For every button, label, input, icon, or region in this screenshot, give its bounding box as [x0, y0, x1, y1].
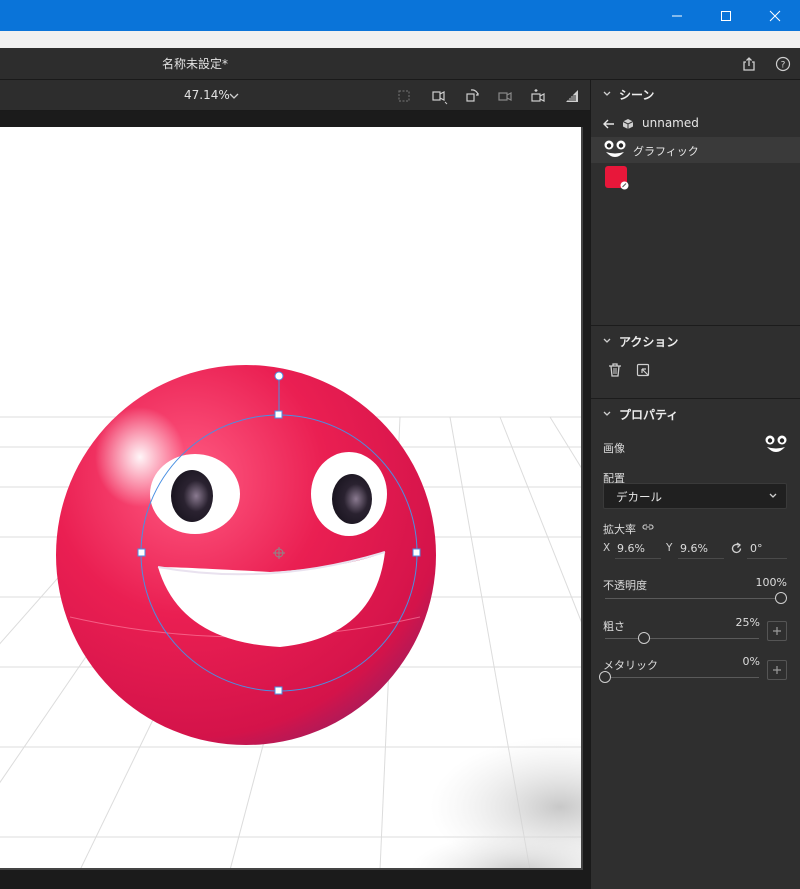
left-pupil — [171, 470, 213, 522]
rotation-field-underline — [747, 558, 787, 559]
properties-section-header[interactable]: プロパティ — [591, 401, 800, 427]
x-value[interactable]: 9.6% — [617, 542, 645, 555]
scene-child-name: グラフィック — [633, 145, 699, 158]
roughness-add-button[interactable] — [767, 621, 787, 641]
minimize-button[interactable] — [654, 0, 700, 31]
close-button[interactable] — [752, 0, 798, 31]
shadow-blob — [410, 832, 581, 868]
share-icon — [743, 57, 755, 71]
scene-root-row[interactable]: unnamed — [591, 112, 800, 136]
minimize-icon — [672, 15, 682, 16]
dolly-camera-icon — [531, 89, 545, 102]
chevron-down-icon — [603, 91, 611, 96]
rotate-icon — [731, 542, 742, 554]
help-button[interactable]: ? — [773, 54, 793, 74]
metallic-add-button[interactable] — [767, 660, 787, 680]
scene-section-header[interactable]: シーン — [591, 81, 800, 107]
link-icon[interactable] — [642, 522, 654, 532]
pan-camera-icon — [498, 92, 512, 101]
material-swatch[interactable] — [605, 166, 629, 190]
camera-fit-button[interactable] — [429, 86, 449, 106]
menu-strip — [0, 31, 800, 48]
maximize-icon — [721, 10, 731, 21]
properties-title: プロパティ — [619, 407, 679, 422]
y-field-underline — [678, 558, 724, 559]
properties-panel: シーン unnamed グラフィック アクション プロパティ 画像 配置 デカー… — [590, 80, 800, 889]
roughness-label: 粗さ — [603, 620, 625, 633]
scene-root-name: unnamed — [642, 116, 699, 130]
roughness-slider-knob[interactable] — [637, 632, 650, 644]
pan-tool-button[interactable] — [495, 86, 515, 106]
plus-icon — [773, 627, 781, 635]
resize-handle[interactable] — [137, 548, 146, 557]
scale-label: 拡大率 — [603, 523, 636, 536]
placement-dropdown[interactable]: デカール — [603, 483, 787, 509]
chevron-down-icon — [769, 493, 777, 498]
orbit-icon — [466, 89, 479, 102]
chevron-down-icon — [603, 411, 611, 416]
material-badge-icon — [620, 181, 629, 190]
close-icon — [769, 10, 781, 21]
image-thumbnail[interactable] — [764, 433, 788, 457]
metallic-slider-knob[interactable] — [599, 671, 611, 683]
trash-icon[interactable] — [607, 362, 623, 378]
render-quality-button[interactable] — [562, 86, 582, 106]
divider — [591, 398, 800, 399]
metallic-slider-track[interactable] — [605, 677, 759, 678]
resize-handle[interactable] — [274, 410, 283, 419]
smiley-graphic-icon — [604, 140, 626, 157]
viewport-toolbar: 47.14% — [0, 80, 590, 111]
zoom-level[interactable]: 47.14% — [184, 80, 230, 111]
app-title-bar: 名称未設定* ? — [0, 48, 800, 80]
cube-icon — [622, 119, 634, 129]
actions-title: アクション — [619, 334, 679, 349]
window-title-bar — [0, 0, 800, 31]
x-field-underline — [615, 558, 661, 559]
opacity-slider-knob[interactable] — [775, 592, 787, 604]
opacity-label: 不透明度 — [603, 579, 647, 592]
rotation-value[interactable]: 0° — [750, 542, 763, 555]
orbit-tool-button[interactable] — [462, 86, 482, 106]
render-canvas[interactable] — [0, 127, 583, 870]
maximize-button[interactable] — [703, 0, 749, 31]
chevron-down-icon[interactable] — [227, 89, 241, 103]
x-label: X — [603, 542, 611, 554]
back-arrow-icon[interactable] — [602, 117, 616, 131]
placement-value: デカール — [616, 490, 662, 504]
camera-fit-icon — [432, 91, 448, 105]
divider — [591, 325, 800, 326]
replace-graphic-icon[interactable] — [636, 363, 650, 377]
y-label: Y — [666, 542, 673, 554]
rotate-handle[interactable] — [274, 371, 284, 381]
opacity-slider-track[interactable] — [605, 598, 781, 599]
render-quality-icon — [566, 90, 578, 102]
scene-render — [0, 365, 581, 868]
resize-handle[interactable] — [412, 548, 421, 557]
right-pupil — [332, 474, 372, 524]
roughness-slider-track[interactable] — [605, 638, 759, 639]
viewport — [0, 111, 590, 889]
actions-section-header[interactable]: アクション — [591, 328, 800, 354]
scene-title: シーン — [619, 87, 655, 102]
plus-icon — [773, 666, 781, 674]
frame-tool-button[interactable] — [394, 86, 414, 106]
metallic-value: 0% — [742, 655, 760, 668]
resize-handle[interactable] — [274, 686, 283, 695]
document-title: 名称未設定* — [161, 57, 228, 71]
y-value[interactable]: 9.6% — [680, 542, 708, 555]
share-button[interactable] — [739, 54, 759, 74]
chevron-down-icon — [603, 338, 611, 343]
scene-child-row[interactable]: グラフィック — [591, 137, 800, 163]
metallic-label: メタリック — [603, 659, 658, 672]
opacity-value: 100% — [755, 576, 787, 589]
image-label: 画像 — [603, 442, 625, 455]
help-icon: ? — [775, 56, 791, 72]
frame-selection-icon — [398, 90, 410, 102]
roughness-value: 25% — [735, 616, 760, 629]
dolly-tool-button[interactable] — [528, 86, 548, 106]
svg-text:?: ? — [781, 61, 786, 71]
